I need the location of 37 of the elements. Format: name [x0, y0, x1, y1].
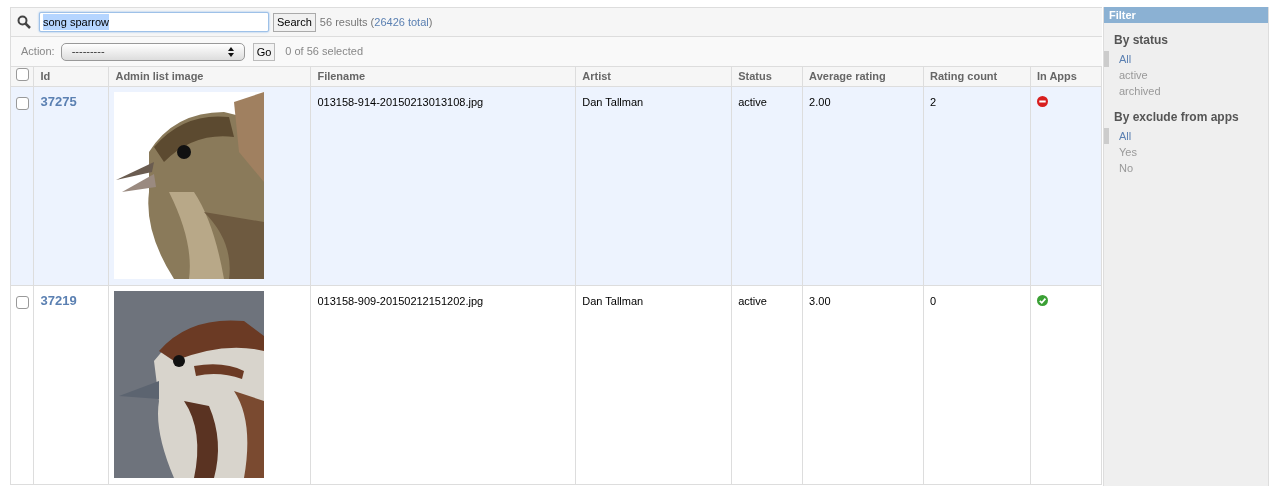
- table-cell: 2.00: [809, 95, 831, 108]
- updown-arrow-icon: [227, 46, 234, 57]
- filter-heading: By exclude from apps: [1113, 109, 1240, 126]
- result-count: 56 results (26426 total): [319, 14, 433, 30]
- column-header[interactable]: Artist: [582, 70, 611, 82]
- table-cell: active: [738, 95, 767, 108]
- search-field[interactable]: song sparrow: [39, 12, 269, 32]
- go-button[interactable]: Go: [252, 42, 276, 61]
- checkbox[interactable]: [15, 96, 29, 110]
- column-header[interactable]: Rating count: [930, 70, 998, 82]
- checkbox[interactable]: [15, 295, 29, 309]
- checkbox[interactable]: [15, 67, 29, 81]
- selection-count: 0 of 56 selected: [285, 44, 363, 60]
- column-header[interactable]: Average rating: [809, 70, 886, 82]
- action-label: Action:: [21, 44, 55, 60]
- filter-option[interactable]: All: [1104, 51, 1268, 67]
- table-cell: 3.00: [809, 294, 831, 307]
- search-icon: [17, 15, 31, 29]
- filter-heading: By status: [1113, 32, 1170, 49]
- search-button[interactable]: Search: [273, 12, 316, 32]
- column-header[interactable]: Status: [738, 70, 772, 82]
- column-header[interactable]: Admin list image: [115, 70, 204, 82]
- table-cell: 013158-909-20150212151202.jpg: [317, 294, 484, 307]
- column-header[interactable]: In Apps: [1036, 70, 1077, 82]
- table-cell: 2: [930, 95, 937, 108]
- filter-option[interactable]: All: [1104, 128, 1268, 144]
- table-cell: 0: [930, 294, 937, 307]
- table-cell: active: [738, 294, 767, 307]
- column-header[interactable]: Filename: [317, 70, 366, 82]
- column-header[interactable]: Id: [40, 70, 51, 82]
- id-link[interactable]: 37219: [40, 292, 77, 308]
- action-select[interactable]: ---------: [60, 42, 245, 61]
- table-cell: Dan Tallman: [582, 95, 644, 108]
- id-link[interactable]: 37275: [40, 93, 77, 109]
- table-cell: 013158-914-20150213013108.jpg: [317, 95, 484, 108]
- filter-header: Filter: [1104, 7, 1268, 23]
- table-cell: Dan Tallman: [582, 294, 644, 307]
